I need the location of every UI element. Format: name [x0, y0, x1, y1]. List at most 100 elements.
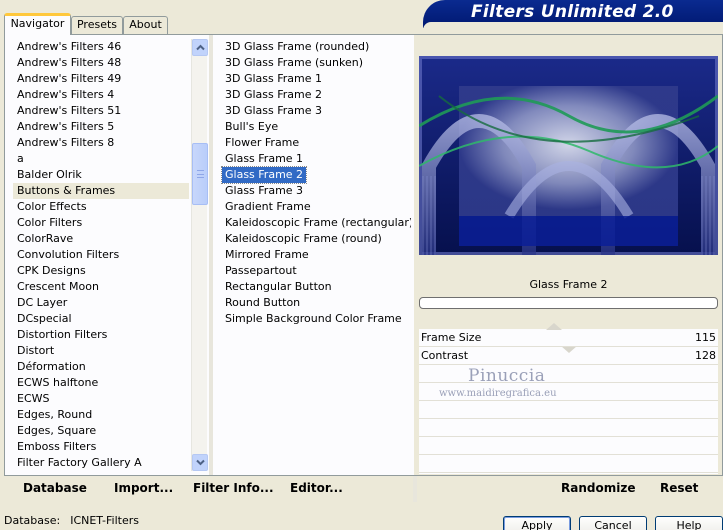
- preview-filter-name: Glass Frame 2: [529, 278, 608, 291]
- filter-item-label: Gradient Frame: [225, 200, 311, 213]
- scroll-down-button[interactable]: [192, 454, 208, 471]
- reset-button[interactable]: Reset: [660, 481, 698, 495]
- randomize-button[interactable]: Randomize: [561, 481, 635, 495]
- category-item[interactable]: Distortion Filters: [13, 327, 189, 343]
- watermark-url: www.maidiregrafica.eu: [439, 388, 557, 399]
- category-item[interactable]: Andrew's Filters 48: [13, 55, 189, 71]
- title-banner: Filters Unlimited 2.0: [423, 0, 723, 28]
- parameter-label: Frame Size: [421, 331, 482, 344]
- parameter-label: Contrast: [421, 349, 469, 362]
- category-item[interactable]: Andrew's Filters 8: [13, 135, 189, 151]
- scroll-up-button[interactable]: [192, 39, 208, 56]
- cancel-button[interactable]: Cancel: [579, 516, 647, 530]
- filter-item[interactable]: Mirrored Frame: [221, 247, 411, 263]
- category-item[interactable]: Balder Olrik: [13, 167, 189, 183]
- grip-icon: [197, 170, 204, 178]
- progress-bar: [419, 297, 718, 309]
- filter-item[interactable]: 3D Glass Frame (rounded): [221, 39, 411, 55]
- category-item[interactable]: ColorRave: [13, 231, 189, 247]
- filter-item[interactable]: 3D Glass Frame 1: [221, 71, 411, 87]
- chevron-down-icon: [196, 459, 205, 466]
- parameter-row[interactable]: Frame Size 115: [419, 323, 718, 347]
- category-item[interactable]: DC Layer: [13, 295, 189, 311]
- filter-item[interactable]: 3D Glass Frame 3: [221, 103, 411, 119]
- category-scrollbar[interactable]: [191, 39, 208, 471]
- filter-info-button[interactable]: Filter Info...: [193, 481, 274, 495]
- filter-list[interactable]: 3D Glass Frame (rounded) 3D Glass Frame (…: [221, 39, 411, 471]
- category-item[interactable]: Edges, Round: [13, 407, 189, 423]
- apply-button[interactable]: Apply: [503, 516, 571, 530]
- filter-item-label: 3D Glass Frame (rounded): [225, 40, 370, 53]
- filter-item[interactable]: Simple Background Color Frame: [221, 311, 411, 327]
- filter-item[interactable]: Glass Frame 2: [221, 166, 411, 184]
- filter-item-label: Glass Frame 1: [225, 152, 304, 165]
- filter-item-label: Kaleidoscopic Frame (rectangular): [225, 216, 411, 229]
- category-item[interactable]: ECWS: [13, 391, 189, 407]
- filter-item[interactable]: Passepartout: [221, 263, 411, 279]
- category-item[interactable]: Filter Factory Gallery A: [13, 455, 189, 471]
- editor-button[interactable]: Editor...: [290, 481, 343, 495]
- help-button[interactable]: Help: [655, 516, 723, 530]
- slider-thumb-icon[interactable]: [546, 323, 562, 330]
- slider-thumb-icon[interactable]: [561, 346, 577, 353]
- filter-item-label: 3D Glass Frame 2: [225, 88, 323, 101]
- filter-item-label: 3D Glass Frame 1: [225, 72, 323, 85]
- filter-item[interactable]: Gradient Frame: [221, 199, 411, 215]
- filter-item[interactable]: Glass Frame 3: [221, 183, 411, 199]
- filter-item[interactable]: Bull's Eye: [221, 119, 411, 135]
- chevron-up-icon: [196, 44, 205, 51]
- parameter-row-empty: [419, 419, 718, 437]
- category-item[interactable]: CPK Designs: [13, 263, 189, 279]
- tab-navigator[interactable]: Navigator: [4, 13, 71, 35]
- filter-item-label: Kaleidoscopic Frame (round): [225, 232, 382, 245]
- filter-item[interactable]: Flower Frame: [221, 135, 411, 151]
- category-item[interactable]: Color Effects: [13, 199, 189, 215]
- category-item[interactable]: Andrew's Filters 46: [13, 39, 189, 55]
- category-item[interactable]: Andrew's Filters 5: [13, 119, 189, 135]
- filter-item-label: Rectangular Button: [225, 280, 332, 293]
- filter-item-label: Simple Background Color Frame: [225, 312, 402, 325]
- filter-item[interactable]: Glass Frame 1: [221, 151, 411, 167]
- filter-item[interactable]: Kaleidoscopic Frame (round): [221, 231, 411, 247]
- filter-item[interactable]: 3D Glass Frame 2: [221, 87, 411, 103]
- status-line: Database: ICNET-Filters: [4, 514, 139, 527]
- category-item[interactable]: Déformation: [13, 359, 189, 375]
- parameter-row-empty: [419, 437, 718, 455]
- filter-item[interactable]: Round Button: [221, 295, 411, 311]
- filter-item-label: Glass Frame 2: [221, 166, 308, 184]
- filter-item[interactable]: Kaleidoscopic Frame (rectangular): [221, 215, 411, 231]
- filter-item-label: Bull's Eye: [225, 120, 279, 133]
- category-item[interactable]: Edges, Square: [13, 423, 189, 439]
- watermark-name: Pinuccia: [468, 366, 546, 386]
- category-item[interactable]: Andrew's Filters 49: [13, 71, 189, 87]
- category-list[interactable]: Andrew's Filters 46 Andrew's Filters 48 An…: [13, 39, 189, 471]
- filter-item-label: Round Button: [225, 296, 301, 309]
- category-item[interactable]: Buttons & Frames: [13, 183, 189, 199]
- parameter-row[interactable]: Contrast 128: [419, 346, 718, 365]
- category-item[interactable]: Color Filters: [13, 215, 189, 231]
- category-item[interactable]: Distort: [13, 343, 189, 359]
- scroll-thumb[interactable]: [192, 143, 208, 205]
- category-item[interactable]: Andrew's Filters 51: [13, 103, 189, 119]
- database-button[interactable]: Database: [23, 481, 87, 495]
- parameter-value: 115: [695, 331, 716, 344]
- tab-presets[interactable]: Presets: [71, 16, 123, 34]
- navigator-panel: Andrew's Filters 46 Andrew's Filters 48 An…: [4, 34, 723, 476]
- category-item[interactable]: DCspecial: [13, 311, 189, 327]
- category-item[interactable]: ECWS halftone: [13, 375, 189, 391]
- list-divider: [209, 35, 213, 475]
- filter-item-label: Passepartout: [225, 264, 297, 277]
- parameter-row-empty: [419, 365, 718, 383]
- filter-item[interactable]: 3D Glass Frame (sunken): [221, 55, 411, 71]
- preview-image: [419, 56, 718, 255]
- preview-artwork: [419, 56, 718, 255]
- category-item[interactable]: Crescent Moon: [13, 279, 189, 295]
- import-button[interactable]: Import...: [114, 481, 173, 495]
- tab-about[interactable]: About: [123, 16, 168, 34]
- app-title: Filters Unlimited 2.0: [471, 2, 674, 22]
- category-item[interactable]: Emboss Filters: [13, 439, 189, 455]
- category-item[interactable]: Convolution Filters: [13, 247, 189, 263]
- category-item[interactable]: Andrew's Filters 4: [13, 87, 189, 103]
- filter-item[interactable]: Rectangular Button: [221, 279, 411, 295]
- category-item[interactable]: a: [13, 151, 189, 167]
